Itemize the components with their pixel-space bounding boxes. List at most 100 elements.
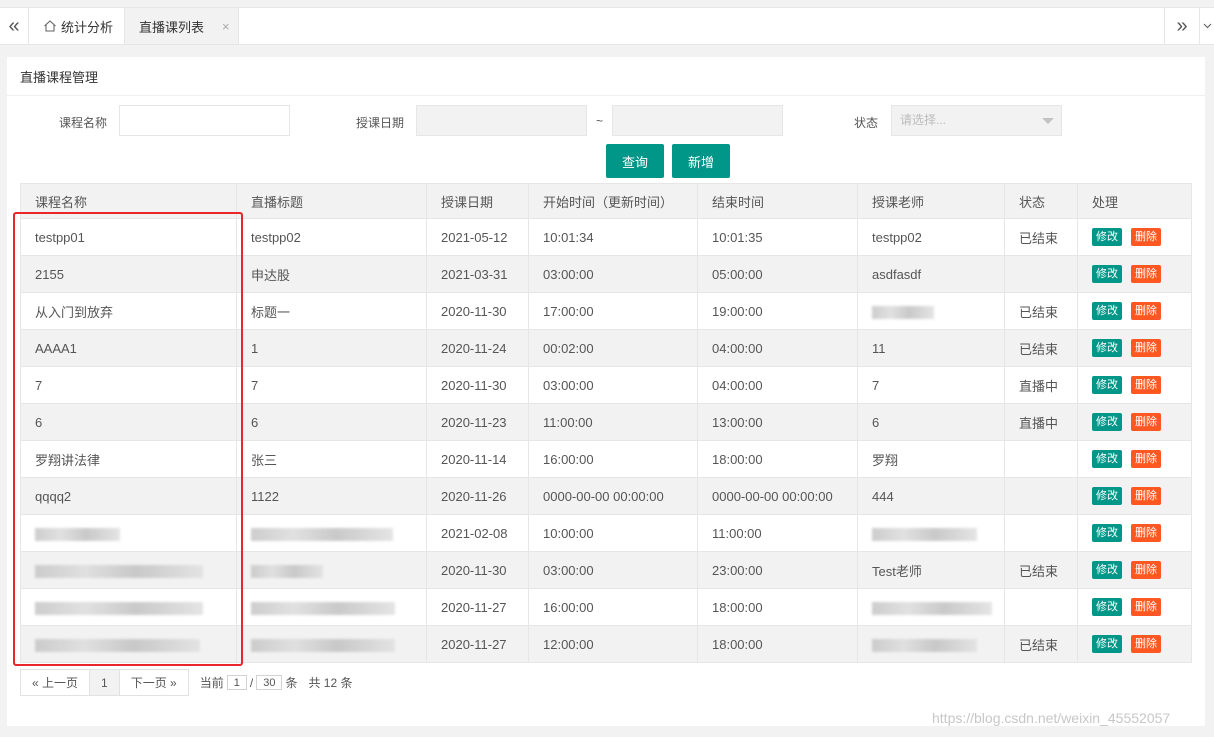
cell-date: 2021-02-08 — [426, 514, 529, 552]
redacted-block — [872, 638, 977, 652]
cell-date: 2020-11-30 — [426, 366, 529, 404]
tab-bar: « 统计分析 直播课列表 × » — [0, 7, 1214, 45]
cell-title — [236, 551, 427, 589]
date-start-input[interactable] — [416, 105, 587, 136]
cell-name: 从入门到放弃 — [20, 292, 237, 330]
tab-live-course-list[interactable]: 直播课列表 × — [125, 8, 239, 44]
tab-statistics[interactable]: 统计分析 — [29, 8, 125, 44]
column-header: 开始时间（更新时间） — [528, 183, 698, 219]
cell-date: 2020-11-30 — [426, 551, 529, 589]
cell-start: 0000-00-00 00:00:00 — [528, 477, 698, 515]
cell-date: 2020-11-14 — [426, 440, 529, 478]
cell-status: 已结束 — [1004, 551, 1078, 589]
cell-title: 7 — [236, 366, 427, 404]
goto-page-input[interactable]: 1 — [226, 675, 247, 690]
delete-button[interactable]: 删除 — [1131, 265, 1161, 283]
course-name-input[interactable] — [119, 105, 290, 136]
cell-teacher — [857, 588, 1005, 626]
cell-title: 张三 — [236, 440, 427, 478]
cell-start: 17:00:00 — [528, 292, 698, 330]
cell-actions: 修改 删除 — [1077, 292, 1192, 330]
edit-button[interactable]: 修改 — [1092, 228, 1122, 246]
column-header: 授课老师 — [857, 183, 1005, 219]
redacted-block — [251, 564, 323, 578]
cell-teacher — [857, 292, 1005, 330]
edit-button[interactable]: 修改 — [1092, 413, 1122, 431]
chevron-down-icon[interactable] — [1199, 8, 1214, 44]
cell-end: 0000-00-00 00:00:00 — [697, 477, 858, 515]
edit-button[interactable]: 修改 — [1092, 598, 1122, 616]
delete-button[interactable]: 删除 — [1131, 561, 1161, 579]
table-row: qqqq2 1122 2020-11-26 0000-00-00 00:00:00 00… — [20, 477, 1192, 515]
status-placeholder: 请选择... — [900, 113, 947, 127]
cell-actions: 修改 删除 — [1077, 440, 1192, 478]
cell-actions: 修改 删除 — [1077, 625, 1192, 663]
tab-scroll-left-icon[interactable]: « — [0, 8, 29, 44]
cell-name — [20, 514, 237, 552]
prev-page-button[interactable]: « 上一页 — [20, 669, 91, 696]
cell-teacher: testpp02 — [857, 218, 1005, 256]
query-button[interactable]: 查询 — [606, 144, 664, 178]
cell-status — [1004, 477, 1078, 515]
per-page-unit: 条 — [285, 676, 298, 690]
redacted-block — [872, 601, 992, 615]
edit-button[interactable]: 修改 — [1092, 524, 1122, 542]
edit-button[interactable]: 修改 — [1092, 561, 1122, 579]
status-select[interactable]: 请选择... — [891, 105, 1062, 136]
edit-button[interactable]: 修改 — [1092, 265, 1122, 283]
cell-teacher: 444 — [857, 477, 1005, 515]
cell-status: 已结束 — [1004, 292, 1078, 330]
per-page-input[interactable]: 30 — [256, 675, 283, 690]
edit-button[interactable]: 修改 — [1092, 339, 1122, 357]
cell-teacher: 7 — [857, 366, 1005, 404]
cell-end: 11:00:00 — [697, 514, 858, 552]
cell-actions: 修改 删除 — [1077, 366, 1192, 404]
add-button[interactable]: 新增 — [672, 144, 730, 178]
delete-button[interactable]: 删除 — [1131, 487, 1161, 505]
delete-button[interactable]: 删除 — [1131, 339, 1161, 357]
cell-date: 2020-11-26 — [426, 477, 529, 515]
cell-status: 已结束 — [1004, 218, 1078, 256]
cell-name — [20, 625, 237, 663]
delete-button[interactable]: 删除 — [1131, 598, 1161, 616]
cell-end: 05:00:00 — [697, 255, 858, 293]
cell-end: 23:00:00 — [697, 551, 858, 589]
delete-button[interactable]: 删除 — [1131, 450, 1161, 468]
delete-button[interactable]: 删除 — [1131, 635, 1161, 653]
cell-end: 18:00:00 — [697, 588, 858, 626]
cell-status — [1004, 588, 1078, 626]
cell-status — [1004, 514, 1078, 552]
cell-teacher — [857, 514, 1005, 552]
delete-button[interactable]: 删除 — [1131, 376, 1161, 394]
column-header: 授课日期 — [426, 183, 529, 219]
date-end-input[interactable] — [612, 105, 783, 136]
edit-button[interactable]: 修改 — [1092, 376, 1122, 394]
delete-button[interactable]: 删除 — [1131, 228, 1161, 246]
delete-button[interactable]: 删除 — [1131, 413, 1161, 431]
cell-date: 2020-11-24 — [426, 329, 529, 367]
redacted-block — [872, 527, 977, 541]
cell-teacher: Test老师 — [857, 551, 1005, 589]
edit-button[interactable]: 修改 — [1092, 635, 1122, 653]
redacted-block — [251, 638, 395, 652]
tab-scroll-right-icon[interactable]: » — [1164, 8, 1199, 44]
cell-start: 03:00:00 — [528, 551, 698, 589]
pager-slash: / — [249, 675, 254, 690]
edit-button[interactable]: 修改 — [1092, 450, 1122, 468]
cell-start: 16:00:00 — [528, 440, 698, 478]
cell-status: 直播中 — [1004, 403, 1078, 441]
table-row: 7 7 2020-11-30 03:00:00 04:00:00 7 直播中 修改 删除 — [20, 366, 1192, 404]
edit-button[interactable]: 修改 — [1092, 487, 1122, 505]
cell-title — [236, 514, 427, 552]
date-label: 授课日期 — [356, 116, 405, 130]
delete-button[interactable]: 删除 — [1131, 302, 1161, 320]
close-icon[interactable]: × — [222, 19, 230, 34]
column-header: 状态 — [1004, 183, 1078, 219]
page-number-button[interactable]: 1 — [89, 669, 120, 696]
redacted-block — [35, 527, 120, 541]
cell-status: 已结束 — [1004, 625, 1078, 663]
cell-title: testpp02 — [236, 218, 427, 256]
delete-button[interactable]: 删除 — [1131, 524, 1161, 542]
next-page-button[interactable]: 下一页 » — [118, 669, 189, 696]
edit-button[interactable]: 修改 — [1092, 302, 1122, 320]
